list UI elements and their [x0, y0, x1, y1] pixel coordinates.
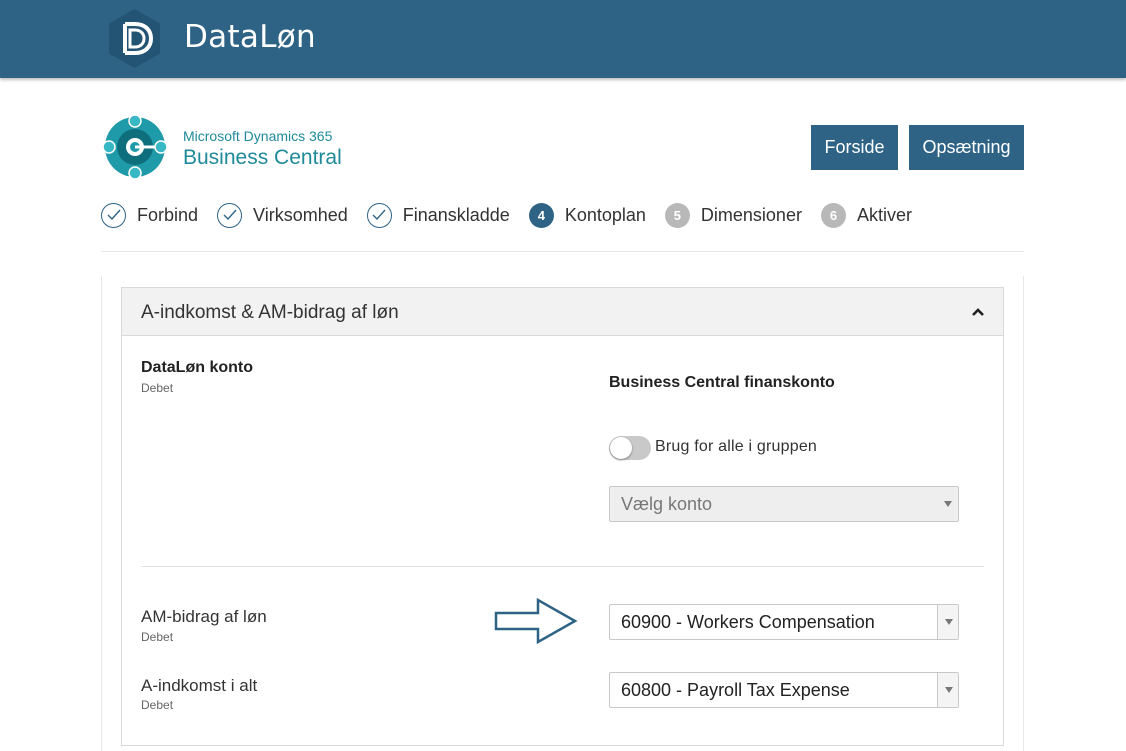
- step-aktiver[interactable]: 6 Aktiver: [820, 202, 912, 228]
- step-label: Dimensioner: [700, 204, 802, 225]
- top-bar: DataLøn: [0, 0, 1126, 78]
- check-icon: [366, 202, 392, 228]
- step-kontoplan[interactable]: 4 Kontoplan: [528, 202, 646, 228]
- business-central-logo-icon: [102, 114, 168, 180]
- step-label: Forbind: [137, 204, 199, 225]
- panel-title: A-indkomst & AM-bidrag af løn: [141, 302, 399, 323]
- toggle-knob: [610, 437, 632, 459]
- select-arrow: [937, 673, 958, 707]
- caret-down-icon: [945, 619, 953, 625]
- divider: [101, 251, 1024, 252]
- caret-down-icon: [944, 501, 952, 507]
- step-finanskladde[interactable]: Finanskladde: [366, 202, 510, 228]
- chevron-up-icon[interactable]: [971, 306, 985, 318]
- step-virksomhed[interactable]: Virksomhed: [217, 202, 348, 228]
- select-placeholder: Vælg konto: [621, 494, 713, 514]
- section-divider: [141, 566, 984, 567]
- account-select-am-bidrag[interactable]: 60900 - Workers Compensation: [609, 604, 959, 640]
- row-side: Debet: [141, 630, 174, 644]
- apply-all-toggle[interactable]: [609, 436, 651, 460]
- panel-header[interactable]: A-indkomst & AM-bidrag af løn: [122, 288, 1003, 336]
- opsaetning-button[interactable]: Opsætning: [909, 125, 1024, 170]
- wizard-steps: Forbind Virksomhed Finanskladde 4 Kontop…: [101, 201, 931, 229]
- select-arrow: [937, 487, 958, 521]
- step-number-badge: 6: [820, 202, 846, 228]
- step-label: Finanskladde: [402, 204, 510, 225]
- step-forbind[interactable]: Forbind: [101, 202, 199, 228]
- step-dimensioner[interactable]: 5 Dimensioner: [664, 202, 802, 228]
- group-account-select[interactable]: Vælg konto: [609, 486, 959, 522]
- step-label: Virksomhed: [253, 204, 348, 225]
- step-label: Kontoplan: [564, 204, 646, 225]
- check-icon: [101, 202, 126, 228]
- debet-label: Debet: [141, 381, 174, 395]
- apply-all-toggle-label: Brug for alle i gruppen: [655, 438, 818, 455]
- brand-product-line: Microsoft Dynamics 365: [183, 128, 333, 144]
- step-number-badge: 4: [528, 202, 554, 228]
- account-select-a-indkomst[interactable]: 60800 - Payroll Tax Expense: [609, 672, 959, 708]
- row-side: Debet: [141, 698, 174, 712]
- caret-down-icon: [945, 687, 953, 693]
- app-title: DataLøn: [184, 19, 317, 55]
- select-arrow: [937, 605, 958, 639]
- step-number-badge: 5: [664, 202, 690, 228]
- row-name: AM-bidrag af løn: [141, 607, 267, 626]
- dataloen-logo-icon[interactable]: [103, 7, 166, 70]
- right-arrow-icon: [494, 597, 578, 645]
- check-icon: [217, 202, 243, 228]
- forside-button[interactable]: Forside: [811, 125, 898, 170]
- bc-account-heading: Business Central finanskonto: [609, 374, 835, 391]
- step-label: Aktiver: [856, 204, 912, 225]
- select-value: 60900 - Workers Compensation: [621, 612, 875, 632]
- brand-product-name: Business Central: [183, 146, 342, 169]
- dataloen-account-heading: DataLøn konto: [141, 359, 253, 376]
- select-value: 60800 - Payroll Tax Expense: [621, 680, 850, 700]
- row-name: A-indkomst i alt: [141, 676, 258, 695]
